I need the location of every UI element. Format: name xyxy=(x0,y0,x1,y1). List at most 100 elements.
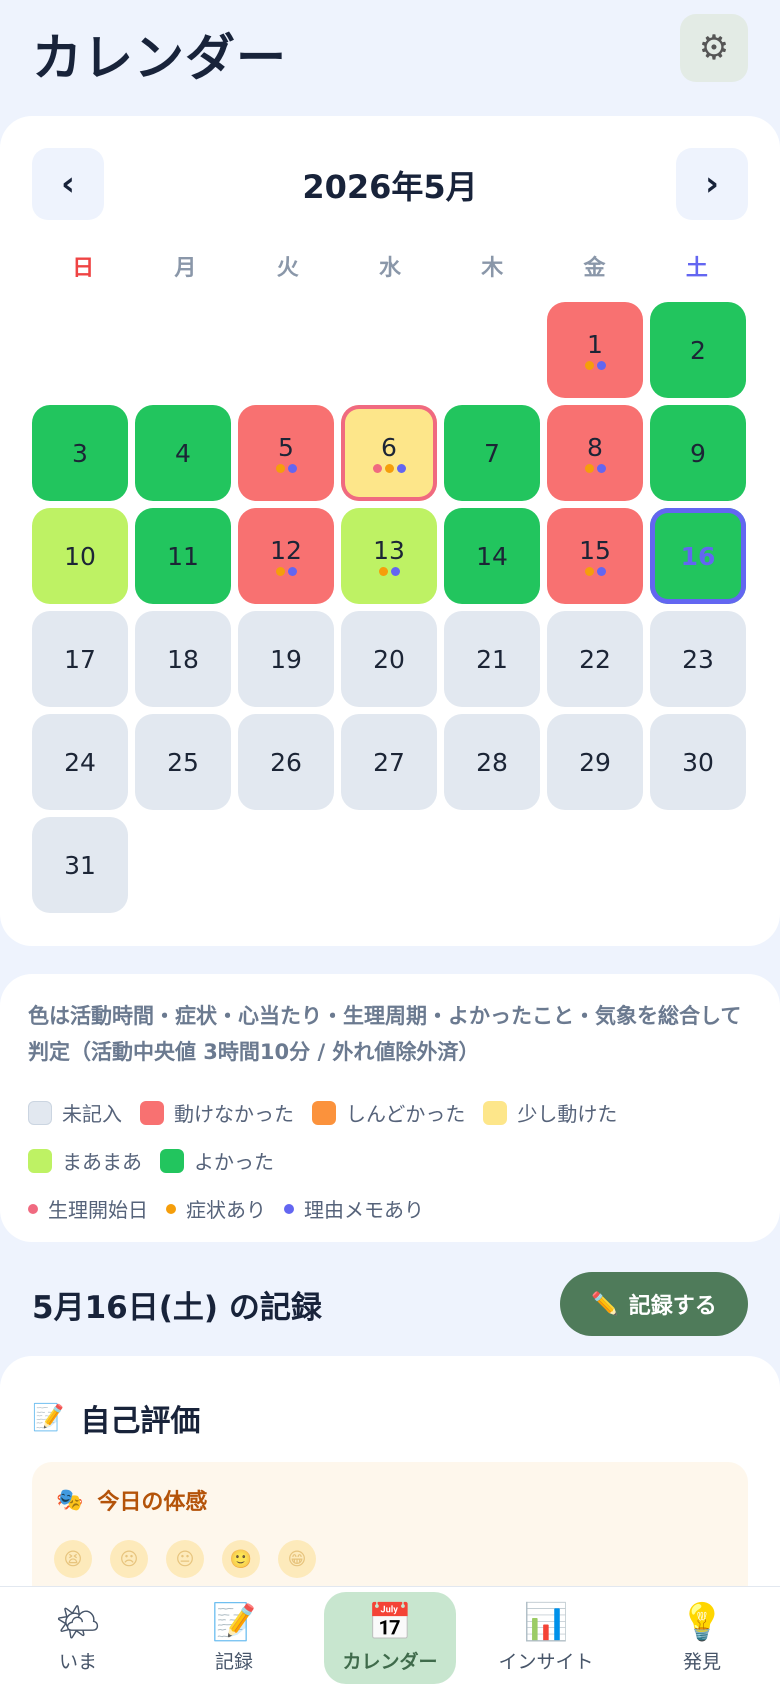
settings-button[interactable]: ⚙ xyxy=(680,14,748,82)
memo-icon: 📝 xyxy=(32,1403,65,1433)
calendar-day[interactable]: 6 xyxy=(341,405,437,501)
mood-face-option[interactable]: 😐 xyxy=(166,1540,204,1578)
day-number: 22 xyxy=(579,644,611,674)
calendar-day[interactable]: 19 xyxy=(238,611,334,707)
calendar-day[interactable]: 23 xyxy=(650,611,746,707)
day-number: 25 xyxy=(167,747,199,777)
indicator-dot xyxy=(390,566,400,576)
calendar-icon: 📅 xyxy=(367,1602,413,1643)
calendar-blank xyxy=(341,302,437,398)
mood-face-option[interactable]: 😫 xyxy=(54,1540,92,1578)
gear-icon: ⚙ xyxy=(698,28,730,68)
day-number: 5 xyxy=(278,432,294,462)
weekday-label: 月 xyxy=(174,256,197,281)
calendar-day[interactable]: 17 xyxy=(32,611,128,707)
calendar-day[interactable]: 26 xyxy=(238,714,334,810)
legend-label: しんどかった xyxy=(346,1102,466,1126)
calendar-day[interactable]: 4 xyxy=(135,405,231,501)
mood-face-option[interactable]: 🙂 xyxy=(222,1540,260,1578)
legend-dot xyxy=(28,1203,38,1214)
indicator-dot xyxy=(596,463,606,473)
indicator-dot xyxy=(596,566,606,576)
day-number: 31 xyxy=(64,850,96,880)
calendar-day[interactable]: 22 xyxy=(547,611,643,707)
day-number: 24 xyxy=(64,747,96,777)
calendar-day[interactable]: 3 xyxy=(32,405,128,501)
chart-icon: 📊 xyxy=(523,1602,569,1643)
legend-dot-item: 生理開始日 xyxy=(28,1194,148,1223)
tab-chart[interactable]: 📊 インサイト xyxy=(480,1592,612,1684)
tab-weather[interactable]: 🌤 いま xyxy=(12,1592,144,1684)
calendar-day[interactable]: 7 xyxy=(444,405,540,501)
day-number: 1 xyxy=(587,329,603,359)
calendar-day[interactable]: 30 xyxy=(650,714,746,810)
calendar-day[interactable]: 28 xyxy=(444,714,540,810)
day-number: 3 xyxy=(72,438,88,468)
weekday-header: 日 月 火 水 木 金 土 xyxy=(32,250,748,290)
memo-icon: 📝 xyxy=(211,1602,257,1643)
legend-card: 色は活動時間・症状・心当たり・生理周期・よかったこと・気象を総合して判定（活動中… xyxy=(0,974,780,1242)
legend-label: よかった xyxy=(194,1150,274,1174)
mood-face-option[interactable]: 😁 xyxy=(278,1540,316,1578)
calendar-day[interactable]: 13 xyxy=(341,508,437,604)
legend-dot xyxy=(284,1203,294,1214)
tab-label: カレンダー xyxy=(342,1651,438,1673)
calendar-day[interactable]: 8 xyxy=(547,405,643,501)
legend-item: まあまあ xyxy=(28,1146,142,1175)
calendar-day[interactable]: 29 xyxy=(547,714,643,810)
calendar-day[interactable]: 31 xyxy=(32,817,128,913)
tab-label: 記録 xyxy=(214,1651,253,1673)
lightbulb-icon: 💡 xyxy=(679,1602,725,1643)
legend-row: まあまあ よかった xyxy=(28,1146,292,1175)
calendar-day[interactable]: 11 xyxy=(135,508,231,604)
legend-label: まあまあ xyxy=(62,1150,142,1174)
calendar-day[interactable]: 27 xyxy=(341,714,437,810)
calendar-day[interactable]: 5 xyxy=(238,405,334,501)
calendar-day[interactable]: 1 xyxy=(547,302,643,398)
tab-memo[interactable]: 📝 記録 xyxy=(168,1592,300,1684)
day-number: 29 xyxy=(579,747,611,777)
indicator-dot xyxy=(275,566,285,576)
calendar-day[interactable]: 14 xyxy=(444,508,540,604)
calendar-day[interactable]: 10 xyxy=(32,508,128,604)
tab-calendar[interactable]: 📅 カレンダー xyxy=(324,1591,456,1684)
day-number: 10 xyxy=(64,541,96,571)
calendar-day[interactable]: 20 xyxy=(341,611,437,707)
calendar-day[interactable]: 9 xyxy=(650,405,746,501)
calendar-day[interactable]: 12 xyxy=(238,508,334,604)
day-number: 27 xyxy=(373,747,405,777)
tab-lightbulb[interactable]: 💡 発見 xyxy=(636,1592,768,1684)
self-eval-title: 自己評価 xyxy=(80,1404,201,1439)
calendar-day[interactable]: 21 xyxy=(444,611,540,707)
legend-label: 少し動けた xyxy=(517,1102,618,1126)
day-number: 26 xyxy=(270,747,302,777)
legend-label: 症状あり xyxy=(186,1198,266,1222)
calendar-day[interactable]: 2 xyxy=(650,302,746,398)
legend-row: 未記入 動けなかった しんどかった 少し動けた xyxy=(28,1098,635,1127)
legend-item: 動けなかった xyxy=(140,1098,294,1127)
calendar-day[interactable]: 18 xyxy=(135,611,231,707)
next-month-button[interactable]: › xyxy=(676,148,748,220)
day-indicators xyxy=(584,566,606,577)
indicator-dot xyxy=(372,463,382,473)
calendar-blank xyxy=(32,302,128,398)
record-button[interactable]: ✏️ 記録する xyxy=(560,1272,748,1336)
day-number: 2 xyxy=(690,335,706,365)
indicator-dot xyxy=(584,360,594,370)
legend-dot-item: 理由メモあり xyxy=(284,1194,424,1223)
mood-face-option[interactable]: ☹ xyxy=(110,1540,148,1578)
day-number: 23 xyxy=(682,644,714,674)
day-number: 13 xyxy=(373,535,405,565)
calendar-day[interactable]: 16 xyxy=(650,508,746,604)
calendar-day[interactable]: 15 xyxy=(547,508,643,604)
month-title: 2026年5月 xyxy=(302,168,478,206)
calendar-day[interactable]: 25 xyxy=(135,714,231,810)
day-number: 8 xyxy=(587,432,603,462)
bottom-tab-bar: 🌤 いま 📝 記録 📅 カレンダー 📊 インサイト 💡 発見 xyxy=(0,1586,780,1688)
legend-item: しんどかった xyxy=(312,1098,465,1127)
day-indicators xyxy=(584,463,606,474)
day-indicators xyxy=(372,463,406,474)
calendar-day[interactable]: 24 xyxy=(32,714,128,810)
indicator-dot xyxy=(584,566,594,576)
legend-label: 理由メモあり xyxy=(304,1198,424,1222)
